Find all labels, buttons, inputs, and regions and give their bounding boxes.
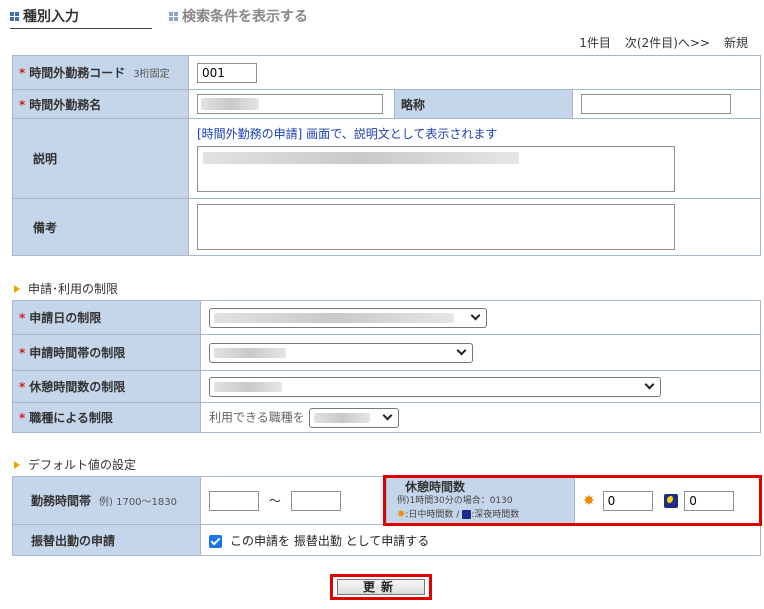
next-record-link[interactable]: 次(2件目)へ>> <box>625 34 710 51</box>
required-mark: * <box>19 311 26 325</box>
restrictions-section-title: 申請･利用の制限 <box>14 280 118 297</box>
break-restriction-select[interactable] <box>209 376 661 397</box>
remarks-label-cell: 備考 <box>12 198 189 256</box>
timeband-value-cell <box>200 334 761 371</box>
grid-icon <box>169 11 178 21</box>
transfer-value-cell: この申請を 振替出勤 として申請する <box>200 524 761 556</box>
work-label-cell: 勤務時間帯 例) 1700〜1830 <box>12 476 201 525</box>
tab-show-search[interactable]: 検索条件を表示する <box>169 6 308 26</box>
defaults-title-text: デフォルト値の設定 <box>28 458 137 472</box>
jobtype-label: 職種による制限 <box>29 411 113 425</box>
date-label-cell: * 申請日の制限 <box>12 300 201 335</box>
remarks-value-cell <box>188 198 761 256</box>
desc-label-cell: 説明 <box>12 118 189 199</box>
desc-redacted <box>203 152 519 164</box>
jobtype-label-cell: * 職種による制限 <box>12 402 201 433</box>
tilde-separator: 〜 <box>268 493 281 508</box>
break-select-redacted <box>214 381 282 392</box>
timeband-select-redacted <box>214 347 286 358</box>
jobtype-select-redacted <box>313 412 370 423</box>
abbr-label: 略称 <box>401 97 426 112</box>
active-tab-underline <box>10 28 152 29</box>
remarks-label: 備考 <box>33 220 58 235</box>
date-value-cell <box>200 300 761 335</box>
work-note: 例) 1700〜1830 <box>99 497 177 508</box>
record-count: 1件目 <box>579 36 611 50</box>
abbr-input[interactable] <box>581 94 731 114</box>
abbr-label-cell: 略称 <box>394 89 573 119</box>
basic-info-table: *時間外勤務コード3桁固定 *時間外勤務名 略称 説明 [時間外勤務の申請] 画… <box>12 55 761 256</box>
name-label-cell: * 時間外勤務名 <box>12 89 189 119</box>
required-mark: * <box>19 380 26 394</box>
required-mark: * <box>19 346 26 360</box>
chevron-down-icon <box>456 345 467 356</box>
jobtype-select[interactable] <box>308 407 399 428</box>
tab-type-input[interactable]: 種別入力 <box>10 6 79 26</box>
transfer-label: 振替出勤の申請 <box>31 533 116 548</box>
desc-value-cell: [時間外勤務の申請] 画面で、説明文として表示されます <box>188 118 761 199</box>
chevron-down-icon <box>382 410 393 421</box>
abbr-value-cell <box>572 89 761 119</box>
date-label: 申請日の制限 <box>29 311 102 325</box>
desc-note: [時間外勤務の申請] 画面で、説明文として表示されます <box>197 127 498 141</box>
tab-show-search-label: 検索条件を表示する <box>182 9 308 25</box>
break-label-cell: * 休憩時間数の制限 <box>12 370 201 403</box>
break-default-highlight <box>383 475 762 526</box>
restrictions-title-text: 申請･利用の制限 <box>28 282 119 296</box>
code-input[interactable] <box>197 62 257 83</box>
restrictions-table: * 申請日の制限 * 申請時間帯の制限 * 休憩時間数の制限 * 職種による制限… <box>12 300 761 433</box>
update-button-highlight: 更新 <box>330 574 432 600</box>
code-note: 3桁固定 <box>133 69 170 80</box>
transfer-checkbox[interactable] <box>209 534 222 548</box>
break-label: 休憩時間数の制限 <box>29 380 126 394</box>
required-mark: * <box>19 97 26 112</box>
date-select-redacted <box>214 312 454 323</box>
timeband-label: 申請時間帯の制限 <box>29 346 126 360</box>
code-label: 時間外勤務コード <box>29 66 126 80</box>
date-restriction-select[interactable] <box>209 307 487 328</box>
new-record-link[interactable]: 新規 <box>724 34 748 51</box>
work-value-cell: 〜 <box>200 476 387 525</box>
update-button[interactable]: 更新 <box>337 579 425 595</box>
transfer-label-cell: 振替出勤の申請 <box>12 524 201 556</box>
chevron-down-icon <box>470 310 481 321</box>
triangle-bullet-icon <box>14 460 20 469</box>
name-value-cell <box>188 89 395 119</box>
name-redacted <box>201 98 259 110</box>
break-value-cell <box>200 370 761 403</box>
jobtype-prefix: 利用できる職種を <box>209 410 305 424</box>
tab-bar: 種別入力 検索条件を表示する <box>10 6 308 26</box>
transfer-text: この申請を 振替出勤 として申請する <box>230 533 430 548</box>
work-start-input[interactable] <box>209 490 259 511</box>
work-end-input[interactable] <box>290 490 341 511</box>
code-label-cell: * 時間外勤務コード 3桁固定 <box>12 55 189 90</box>
grid-icon <box>10 11 19 21</box>
name-label: 時間外勤務名 <box>29 97 102 112</box>
timeband-label-cell: * 申請時間帯の制限 <box>12 334 201 371</box>
remarks-textarea[interactable] <box>197 204 675 250</box>
required-mark: * <box>19 66 26 80</box>
chevron-down-icon <box>644 379 655 390</box>
work-label: 勤務時間帯 <box>31 494 92 508</box>
triangle-bullet-icon <box>14 284 20 293</box>
jobtype-value-cell: 利用できる職種を <box>200 402 761 433</box>
code-value-cell <box>188 55 761 90</box>
timeband-restriction-select[interactable] <box>209 342 473 363</box>
desc-label: 説明 <box>33 152 58 166</box>
pager: 1件目 次(2件目)へ>> 新規 <box>579 34 748 51</box>
tab-type-input-label: 種別入力 <box>23 9 79 25</box>
required-mark: * <box>19 411 26 425</box>
defaults-section-title: デフォルト値の設定 <box>14 456 136 473</box>
